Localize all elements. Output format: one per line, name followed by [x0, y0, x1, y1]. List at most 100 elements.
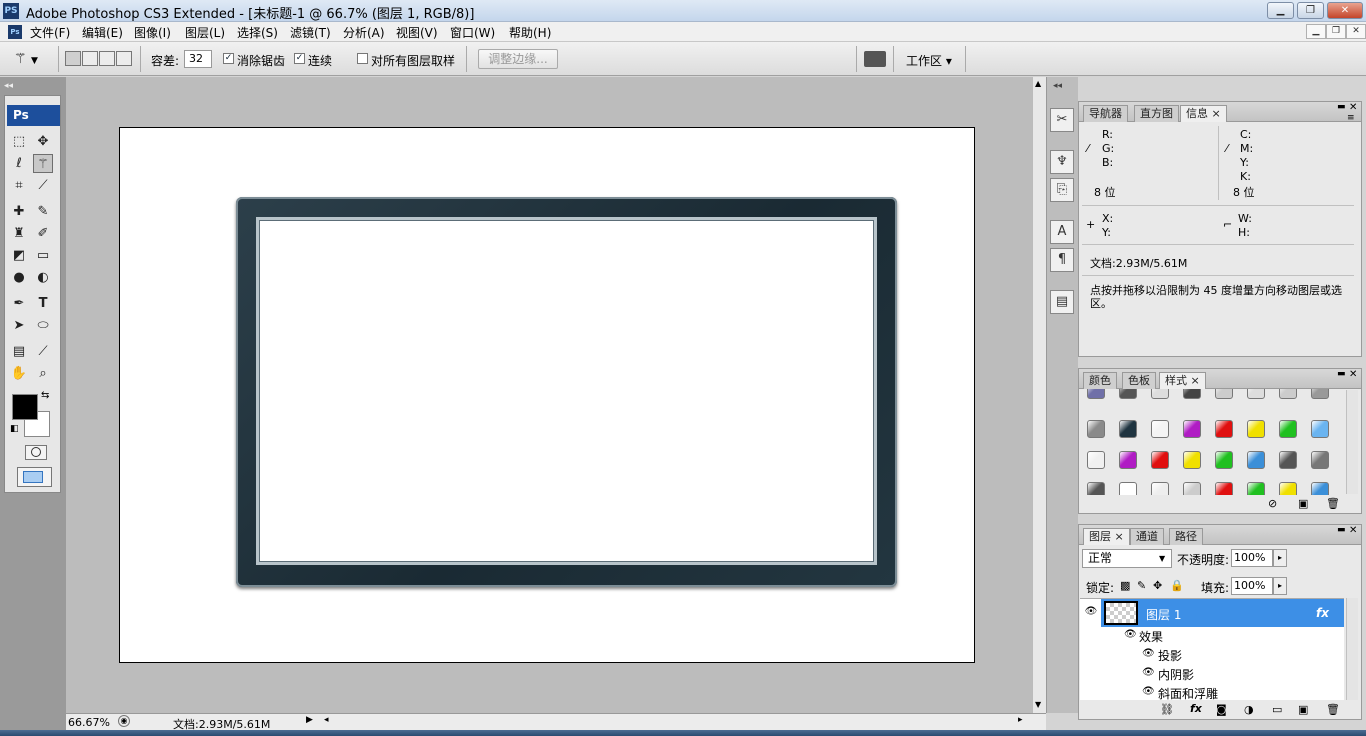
- style-swatch[interactable]: [1311, 420, 1329, 438]
- path-selection-tool-icon[interactable]: ➤: [9, 316, 29, 335]
- quick-mask-button[interactable]: [25, 445, 47, 460]
- lock-pixels-icon[interactable]: ✎: [1137, 579, 1146, 592]
- style-swatch[interactable]: [1183, 451, 1201, 469]
- eyedropper-tool-icon[interactable]: ⟋: [33, 342, 53, 361]
- layer-fx-badge[interactable]: fx: [1316, 606, 1329, 620]
- tab-paths[interactable]: 路径: [1169, 528, 1203, 545]
- style-swatch[interactable]: [1215, 451, 1233, 469]
- lock-position-icon[interactable]: ✥: [1153, 579, 1162, 592]
- delete-layer-icon[interactable]: 🗑: [1326, 703, 1340, 716]
- menu-edit[interactable]: 编辑(E): [82, 24, 123, 41]
- menu-image[interactable]: 图像(I): [134, 24, 171, 41]
- menu-file[interactable]: 文件(F): [30, 24, 70, 41]
- eraser-tool-icon[interactable]: ◩: [9, 246, 29, 265]
- style-swatch[interactable]: [1215, 389, 1233, 399]
- add-selection-button[interactable]: [82, 51, 98, 66]
- panel-minimize-icon[interactable]: ▬: [1337, 369, 1346, 379]
- style-swatch[interactable]: [1279, 451, 1297, 469]
- foreground-color-swatch[interactable]: [12, 394, 38, 420]
- gradient-tool-icon[interactable]: ▭: [33, 246, 53, 265]
- brushes-icon[interactable]: ♆: [1050, 150, 1074, 174]
- status-menu-arrow-icon[interactable]: ▶: [306, 715, 313, 725]
- blend-mode-select[interactable]: 正常 ▼: [1082, 549, 1172, 568]
- tab-color[interactable]: 颜色: [1083, 372, 1117, 389]
- bridge-icon[interactable]: [864, 51, 886, 67]
- scroll-right-icon[interactable]: ▸: [1018, 715, 1023, 725]
- tab-info[interactable]: 信息 ×: [1180, 105, 1227, 122]
- clone-stamp-tool-icon[interactable]: ♜: [9, 224, 29, 243]
- new-layer-icon[interactable]: ▣: [1298, 703, 1308, 716]
- effect-eye-icon[interactable]: 👁: [1142, 667, 1155, 678]
- new-style-icon[interactable]: ▣: [1298, 497, 1308, 510]
- healing-brush-tool-icon[interactable]: ✚: [9, 202, 29, 221]
- history-brush-tool-icon[interactable]: ✐: [33, 224, 53, 243]
- collapse-icon[interactable]: ◂◂: [4, 81, 13, 91]
- delete-style-icon[interactable]: 🗑: [1326, 497, 1340, 510]
- close-tab-icon[interactable]: ×: [1115, 530, 1124, 543]
- tab-layers[interactable]: 图层 ×: [1083, 528, 1130, 545]
- tool-preset-picker[interactable]: ⚚ ▼: [14, 49, 50, 69]
- lock-all-icon[interactable]: 🔒: [1170, 579, 1184, 592]
- menu-help[interactable]: 帮助(H): [509, 24, 551, 41]
- effects-eye-icon[interactable]: 👁: [1124, 629, 1137, 640]
- panel-menu-icon[interactable]: ≡: [1347, 113, 1355, 123]
- workspace-menu[interactable]: 工作区 ▾: [906, 52, 952, 69]
- style-swatch[interactable]: [1087, 451, 1105, 469]
- hand-tool-icon[interactable]: ✋: [9, 364, 29, 383]
- scroll-left-icon[interactable]: ◂: [324, 715, 329, 725]
- menu-layer[interactable]: 图层(L): [185, 24, 225, 41]
- effect-inner-shadow[interactable]: 内阴影: [1158, 666, 1194, 683]
- lasso-tool-icon[interactable]: ℓ: [9, 154, 29, 173]
- style-swatch[interactable]: [1087, 420, 1105, 438]
- blur-tool-icon[interactable]: ●: [9, 268, 29, 287]
- marquee-tool-icon[interactable]: ⬚: [9, 132, 29, 151]
- close-tab-icon[interactable]: ×: [1191, 374, 1200, 387]
- screen-mode-button[interactable]: [17, 467, 52, 487]
- tab-navigator[interactable]: 导航器: [1083, 105, 1128, 122]
- effect-eye-icon[interactable]: 👁: [1142, 648, 1155, 659]
- layers-scrollbar[interactable]: [1346, 598, 1358, 700]
- default-colors-icon[interactable]: ◧: [10, 424, 19, 434]
- style-swatch[interactable]: [1311, 389, 1329, 399]
- expand-strip-icon[interactable]: ◂◂: [1053, 81, 1062, 91]
- clone-source-icon[interactable]: ⎘: [1050, 178, 1074, 202]
- style-swatch[interactable]: [1183, 389, 1201, 399]
- style-swatch[interactable]: [1311, 451, 1329, 469]
- doc-restore-button[interactable]: ❐: [1326, 24, 1346, 39]
- opacity-slider-button[interactable]: ▸: [1273, 549, 1287, 567]
- add-layer-style-icon[interactable]: fx: [1190, 702, 1202, 715]
- lock-transparent-icon[interactable]: ▩: [1120, 579, 1130, 592]
- magic-wand-tool-icon[interactable]: ⚚: [33, 154, 53, 173]
- link-layers-icon[interactable]: ⛓: [1160, 703, 1174, 716]
- tolerance-input[interactable]: 32: [184, 50, 212, 68]
- scroll-down-icon[interactable]: ▼: [1035, 700, 1041, 709]
- tab-styles[interactable]: 样式 ×: [1159, 372, 1206, 389]
- tools-presets-icon[interactable]: ✂: [1050, 108, 1074, 132]
- status-info-icon[interactable]: ◉: [118, 715, 130, 727]
- close-tab-icon[interactable]: ×: [1212, 107, 1221, 120]
- style-swatch[interactable]: [1247, 482, 1265, 495]
- style-swatch[interactable]: [1247, 451, 1265, 469]
- new-selection-button[interactable]: [65, 51, 81, 66]
- style-swatch[interactable]: [1311, 482, 1329, 495]
- doc-minimize-button[interactable]: ▁: [1306, 24, 1326, 39]
- restore-button[interactable]: ❐: [1297, 2, 1324, 19]
- style-swatch[interactable]: [1215, 420, 1233, 438]
- panel-minimize-icon[interactable]: ▬: [1337, 102, 1346, 112]
- zoom-level[interactable]: 66.67%: [68, 716, 110, 729]
- style-swatch[interactable]: [1151, 389, 1169, 399]
- character-icon[interactable]: A: [1050, 220, 1074, 244]
- new-group-icon[interactable]: ▭: [1272, 703, 1282, 716]
- style-swatch[interactable]: [1087, 482, 1105, 495]
- menu-window[interactable]: 窗口(W): [450, 24, 495, 41]
- move-tool-icon[interactable]: ✥: [33, 132, 53, 151]
- menu-view[interactable]: 视图(V): [396, 24, 438, 41]
- fill-input[interactable]: 100%: [1231, 577, 1273, 595]
- tab-channels[interactable]: 通道: [1130, 528, 1164, 545]
- minimize-button[interactable]: ▁: [1267, 2, 1294, 19]
- close-button[interactable]: ✕: [1327, 2, 1363, 19]
- tab-swatches[interactable]: 色板: [1122, 372, 1156, 389]
- adjustment-layer-icon[interactable]: ◑: [1244, 703, 1254, 716]
- style-swatch[interactable]: [1151, 451, 1169, 469]
- layer-visibility-eye-icon[interactable]: 👁: [1084, 606, 1098, 618]
